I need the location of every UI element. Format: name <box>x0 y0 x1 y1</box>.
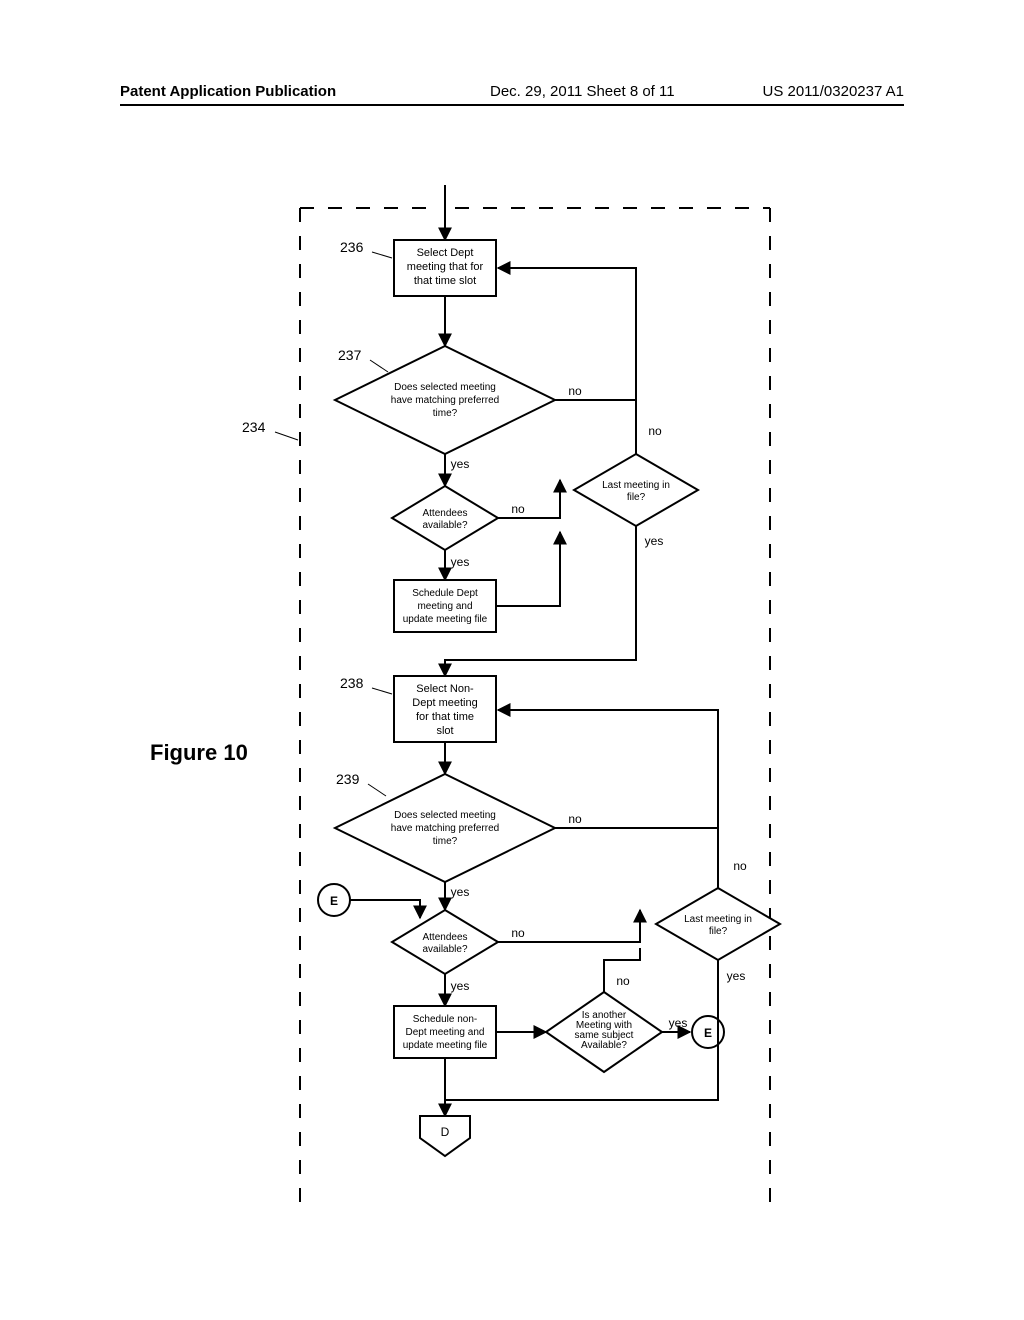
svg-text:E: E <box>704 1026 712 1040</box>
svg-text:Dept meeting and: Dept meeting and <box>406 1027 485 1038</box>
ref-238: 238 <box>340 675 364 691</box>
label-yes: yes <box>727 969 746 983</box>
page: Patent Application Publication Dec. 29, … <box>0 0 1024 1320</box>
diamond-attendees-1: Attendees available? <box>392 486 498 550</box>
svg-text:time?: time? <box>433 836 458 847</box>
svg-text:have matching preferred: have matching preferred <box>391 395 499 406</box>
svg-text:Last meeting in: Last meeting in <box>684 914 752 925</box>
svg-text:Does selected meeting: Does selected meeting <box>394 382 496 393</box>
label-yes: yes <box>451 979 470 993</box>
diamond-last-1: Last meeting in file? <box>574 454 698 526</box>
connector-e-left: E <box>318 884 350 916</box>
svg-text:Select Non-: Select Non- <box>416 683 474 695</box>
svg-text:E: E <box>330 894 338 908</box>
svg-text:file?: file? <box>709 926 728 937</box>
diamond-239: Does selected meeting have matching pref… <box>335 774 555 882</box>
svg-text:D: D <box>441 1125 450 1139</box>
box-schedule-nondept: Schedule non- Dept meeting and update me… <box>394 1006 496 1058</box>
label-no: no <box>616 974 630 988</box>
svg-text:Last meeting in: Last meeting in <box>602 480 670 491</box>
svg-text:meeting that for: meeting that for <box>407 261 484 273</box>
label-no: no <box>568 384 582 398</box>
svg-text:that time slot: that time slot <box>414 275 476 287</box>
svg-text:Schedule non-: Schedule non- <box>413 1014 478 1025</box>
svg-text:Select Dept: Select Dept <box>417 247 474 259</box>
svg-text:available?: available? <box>422 944 467 955</box>
label-yes: yes <box>669 1016 688 1030</box>
svg-text:update meeting file: update meeting file <box>403 1040 488 1051</box>
diamond-same-subject: Is another Meeting with same subject Ava… <box>546 992 662 1072</box>
svg-text:Available?: Available? <box>581 1040 627 1051</box>
label-no: no <box>511 926 525 940</box>
ref-234: 234 <box>242 419 266 435</box>
svg-text:time?: time? <box>433 408 458 419</box>
svg-text:have matching preferred: have matching preferred <box>391 823 499 834</box>
box-236: Select Dept meeting that for that time s… <box>394 240 496 296</box>
svg-text:Attendees: Attendees <box>422 932 467 943</box>
label-yes: yes <box>451 885 470 899</box>
label-no: no <box>648 424 662 438</box>
svg-text:Dept meeting: Dept meeting <box>412 697 477 709</box>
label-yes: yes <box>645 534 664 548</box>
label-no: no <box>511 502 525 516</box>
connector-d: D <box>420 1116 470 1156</box>
label-yes: yes <box>451 457 470 471</box>
diamond-237: Does selected meeting have matching pref… <box>335 346 555 454</box>
ref-239: 239 <box>336 771 360 787</box>
svg-text:slot: slot <box>436 725 453 737</box>
svg-text:update meeting file: update meeting file <box>403 614 488 625</box>
svg-text:for that time: for that time <box>416 711 474 723</box>
svg-text:Attendees: Attendees <box>422 508 467 519</box>
svg-text:file?: file? <box>627 492 646 503</box>
flowchart-svg: 234 Select Dept meeting that for that ti… <box>0 0 1024 1320</box>
label-no: no <box>568 812 582 826</box>
svg-text:available?: available? <box>422 520 467 531</box>
connector-e-right: E <box>692 1016 724 1048</box>
ref-236: 236 <box>340 239 364 255</box>
svg-text:Schedule Dept: Schedule Dept <box>412 588 478 599</box>
diamond-attendees-2: Attendees available? <box>392 910 498 974</box>
box-238: Select Non- Dept meeting for that time s… <box>394 676 496 742</box>
label-no: no <box>733 859 747 873</box>
diamond-last-2: Last meeting in file? <box>656 888 780 960</box>
ref-237: 237 <box>338 347 362 363</box>
box-schedule-dept: Schedule Dept meeting and update meeting… <box>394 580 496 632</box>
svg-text:meeting and: meeting and <box>417 601 472 612</box>
svg-text:Does selected meeting: Does selected meeting <box>394 810 496 821</box>
label-yes: yes <box>451 555 470 569</box>
